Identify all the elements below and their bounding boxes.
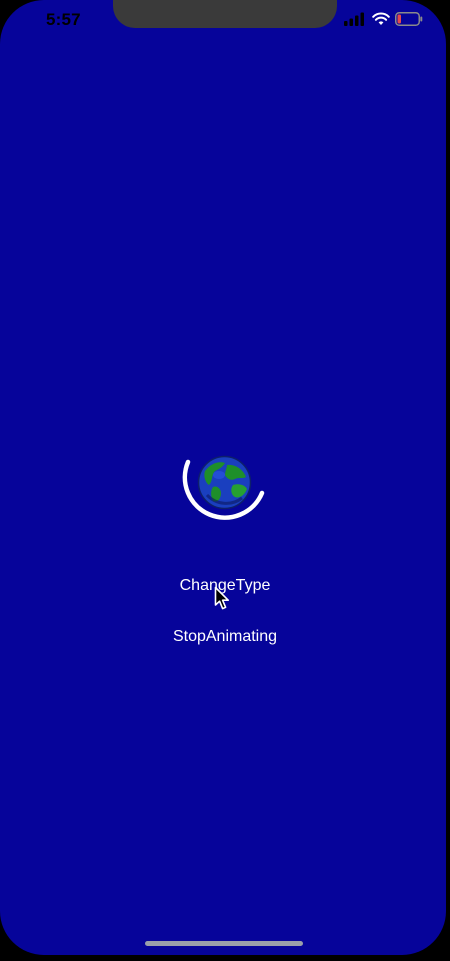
globe-icon bbox=[197, 455, 252, 510]
mouse-pointer-icon bbox=[214, 586, 229, 610]
home-indicator bbox=[145, 941, 303, 946]
status-time: 5:57 bbox=[46, 10, 81, 29]
battery-icon bbox=[395, 12, 423, 26]
app-screen: 5:57 ChangeType StopAnimating bbox=[0, 0, 446, 955]
device-frame: 5:57 ChangeType StopAnimating bbox=[0, 0, 450, 961]
status-icons bbox=[344, 12, 434, 28]
wifi-icon bbox=[372, 12, 390, 25]
notch bbox=[113, 0, 337, 28]
stop-animating-button[interactable]: StopAnimating bbox=[154, 627, 296, 647]
signal-icon bbox=[344, 12, 364, 26]
loading-indicator bbox=[178, 452, 270, 532]
